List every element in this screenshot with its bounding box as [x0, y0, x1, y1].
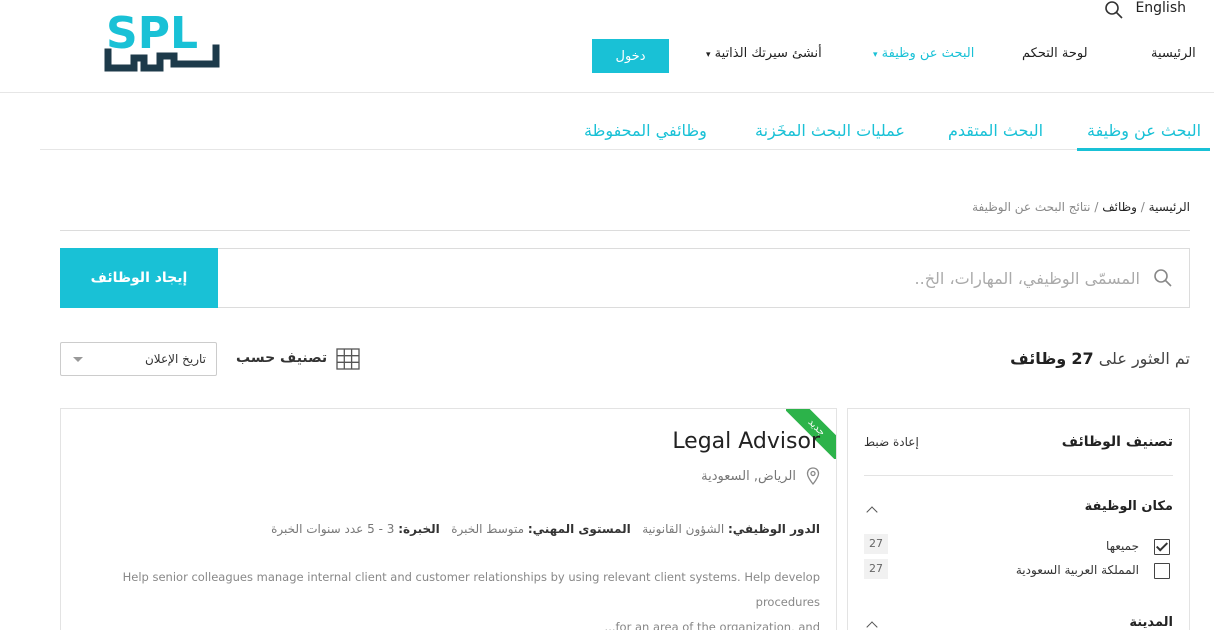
- filter-checkbox-saudi-arabia[interactable]: [1154, 563, 1170, 579]
- job-card[interactable]: جديد Legal Advisor الرياض, السعودية الدو…: [60, 408, 837, 630]
- job-description-line: Help senior colleagues manage internal c…: [122, 570, 820, 609]
- level-label: المستوى المهني:: [527, 522, 631, 536]
- breadcrumb-home[interactable]: الرئيسية: [1149, 200, 1190, 214]
- breadcrumb-separator: /: [1136, 200, 1145, 214]
- level-value: متوسط الخبرة: [451, 522, 524, 536]
- site-header: SPL English الرئيسية لوحة التحكم ▾ البحث…: [0, 0, 1214, 93]
- role-label: الدور الوظيفي:: [727, 522, 820, 536]
- job-meta: الدور الوظيفي: الشؤون القانونية المستوى …: [271, 522, 820, 536]
- tab-saved-jobs[interactable]: وظائفي المحفوظة: [584, 121, 707, 140]
- spl-logo[interactable]: SPL: [104, 6, 222, 72]
- nav-create-cv-label: أنشئ سيرتك الذاتية: [714, 46, 822, 61]
- job-location: الرياض, السعودية: [701, 469, 796, 484]
- job-filter-panel: تصنيف الوظائف إعادة ضبط مكان الوظيفة جمي…: [847, 408, 1190, 630]
- results-number: 27: [1071, 349, 1094, 368]
- job-title[interactable]: Legal Advisor: [672, 429, 820, 454]
- language-switch[interactable]: English: [1135, 0, 1186, 16]
- experience-label: الخبرة:: [398, 522, 440, 536]
- search-icon: [1154, 269, 1172, 287]
- chevron-up-icon[interactable]: [866, 621, 878, 630]
- breadcrumb-divider: [60, 230, 1190, 231]
- chevron-down-icon: ▾: [873, 50, 878, 60]
- nav-create-cv[interactable]: ▾ أنشئ سيرتك الذاتية: [706, 46, 822, 61]
- sort-label: تصنيف حسب: [236, 350, 328, 366]
- experience-value: 3 - 5 عدد سنوات الخبرة: [271, 522, 395, 536]
- filter-title: تصنيف الوظائف: [1061, 434, 1173, 450]
- breadcrumb-jobs[interactable]: وظائف: [1102, 200, 1137, 214]
- job-description-line: ...for an area of the organization, and: [604, 620, 820, 630]
- sort-select[interactable]: تاريخ الإعلان: [60, 342, 217, 376]
- tab-saved-searches[interactable]: عمليات البحث المخَزنة: [755, 121, 905, 140]
- active-tab-indicator: [1077, 148, 1210, 151]
- tab-advanced-search[interactable]: البحث المتقدم: [948, 121, 1043, 140]
- results-suffix: وظائف: [1010, 349, 1067, 368]
- filter-divider: [864, 475, 1173, 476]
- search-icon[interactable]: [1104, 0, 1124, 20]
- nav-job-search[interactable]: ▾ البحث عن وظيفة: [873, 46, 974, 61]
- reset-filters-link[interactable]: إعادة ضبط: [864, 435, 919, 449]
- filter-option-label: جميعها: [1106, 539, 1139, 553]
- chevron-down-icon: ▾: [706, 50, 711, 60]
- results-count: تم العثور على 27 وظائف: [1010, 349, 1190, 368]
- nav-dashboard[interactable]: لوحة التحكم: [1022, 46, 1088, 61]
- sort-selected-value: تاريخ الإعلان: [144, 352, 206, 366]
- city-filter-title[interactable]: المدينة: [1129, 615, 1173, 630]
- location-pin-icon: [806, 467, 820, 485]
- find-jobs-button[interactable]: إيجاد الوظائف: [60, 248, 218, 308]
- tab-divider: [40, 149, 1210, 150]
- breadcrumb-current: نتائج البحث عن الوظيفة: [972, 200, 1091, 214]
- chevron-up-icon[interactable]: [866, 506, 878, 518]
- job-search-input[interactable]: [230, 262, 1140, 294]
- login-button[interactable]: دخول: [592, 39, 669, 73]
- filter-checkbox-all[interactable]: [1154, 539, 1170, 555]
- breadcrumb-separator: /: [1090, 200, 1099, 214]
- location-filter-title[interactable]: مكان الوظيفة: [1085, 499, 1173, 514]
- job-description: Help senior colleagues manage internal c…: [77, 565, 820, 630]
- filter-option-count: 27: [864, 559, 888, 579]
- caret-down-icon: [73, 357, 83, 362]
- tab-job-search[interactable]: البحث عن وظيفة: [1087, 121, 1201, 140]
- filter-option-count: 27: [864, 534, 888, 554]
- role-value: الشؤون القانونية: [642, 522, 725, 536]
- logo-text: SPL: [106, 8, 198, 59]
- grid-view-icon[interactable]: [336, 348, 360, 370]
- results-prefix: تم العثور على: [1098, 349, 1190, 368]
- nav-job-search-label: البحث عن وظيفة: [881, 46, 975, 61]
- breadcrumb: الرئيسية / وظائف / نتائج البحث عن الوظيف…: [972, 200, 1190, 214]
- nav-home[interactable]: الرئيسية: [1151, 46, 1196, 61]
- filter-option-label: المملكة العربية السعودية: [1015, 563, 1139, 577]
